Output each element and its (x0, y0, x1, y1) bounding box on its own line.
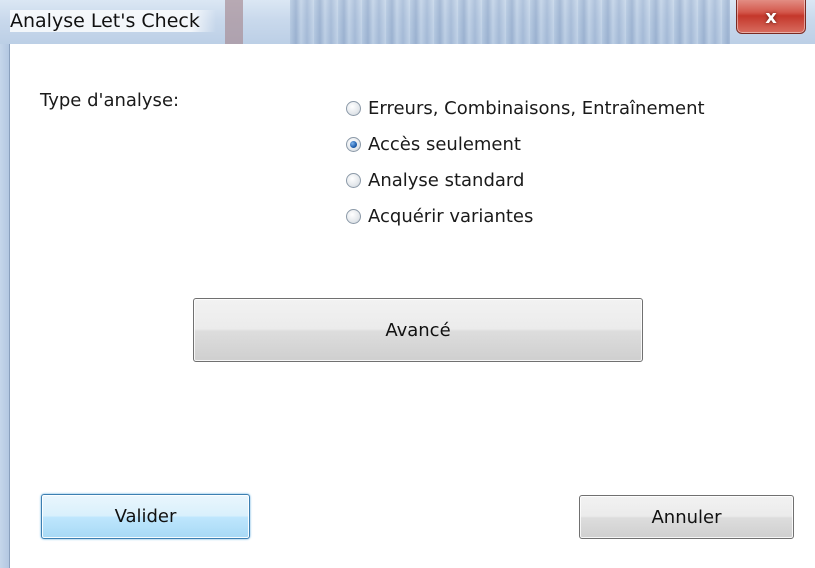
radio-option-access-only[interactable]: Accès seulement (346, 126, 705, 162)
dialog-body: Type d'analyse: Erreurs, Combinaisons, E… (9, 44, 815, 568)
close-button[interactable]: x (736, 0, 806, 34)
radio-option-errors[interactable]: Erreurs, Combinaisons, Entraînement (346, 90, 705, 126)
analysis-type-radio-group: Erreurs, Combinaisons, Entraînement Accè… (346, 90, 705, 234)
radio-label: Erreurs, Combinaisons, Entraînement (368, 97, 705, 119)
radio-label: Acquérir variantes (368, 205, 534, 227)
cancel-button[interactable]: Annuler (579, 495, 794, 539)
analysis-type-label: Type d'analyse: (40, 90, 180, 111)
radio-option-acquire-variants[interactable]: Acquérir variantes (346, 198, 705, 234)
radio-label: Accès seulement (368, 133, 521, 155)
background-window-accent (225, 0, 243, 44)
advanced-button[interactable]: Avancé (193, 298, 643, 362)
background-window-blur (290, 0, 730, 44)
radio-label: Analyse standard (368, 169, 525, 191)
radio-button-icon[interactable] (346, 208, 361, 224)
radio-button-selected-icon[interactable] (346, 136, 361, 152)
radio-button-icon[interactable] (346, 100, 361, 116)
radio-option-standard[interactable]: Analyse standard (346, 162, 705, 198)
close-icon: x (765, 6, 777, 28)
radio-button-icon[interactable] (346, 172, 361, 188)
window-frame-left (0, 44, 9, 568)
window-title: Analyse Let's Check (10, 10, 216, 32)
validate-button[interactable]: Valider (41, 494, 250, 539)
title-bar[interactable]: Analyse Let's Check x (0, 0, 815, 44)
